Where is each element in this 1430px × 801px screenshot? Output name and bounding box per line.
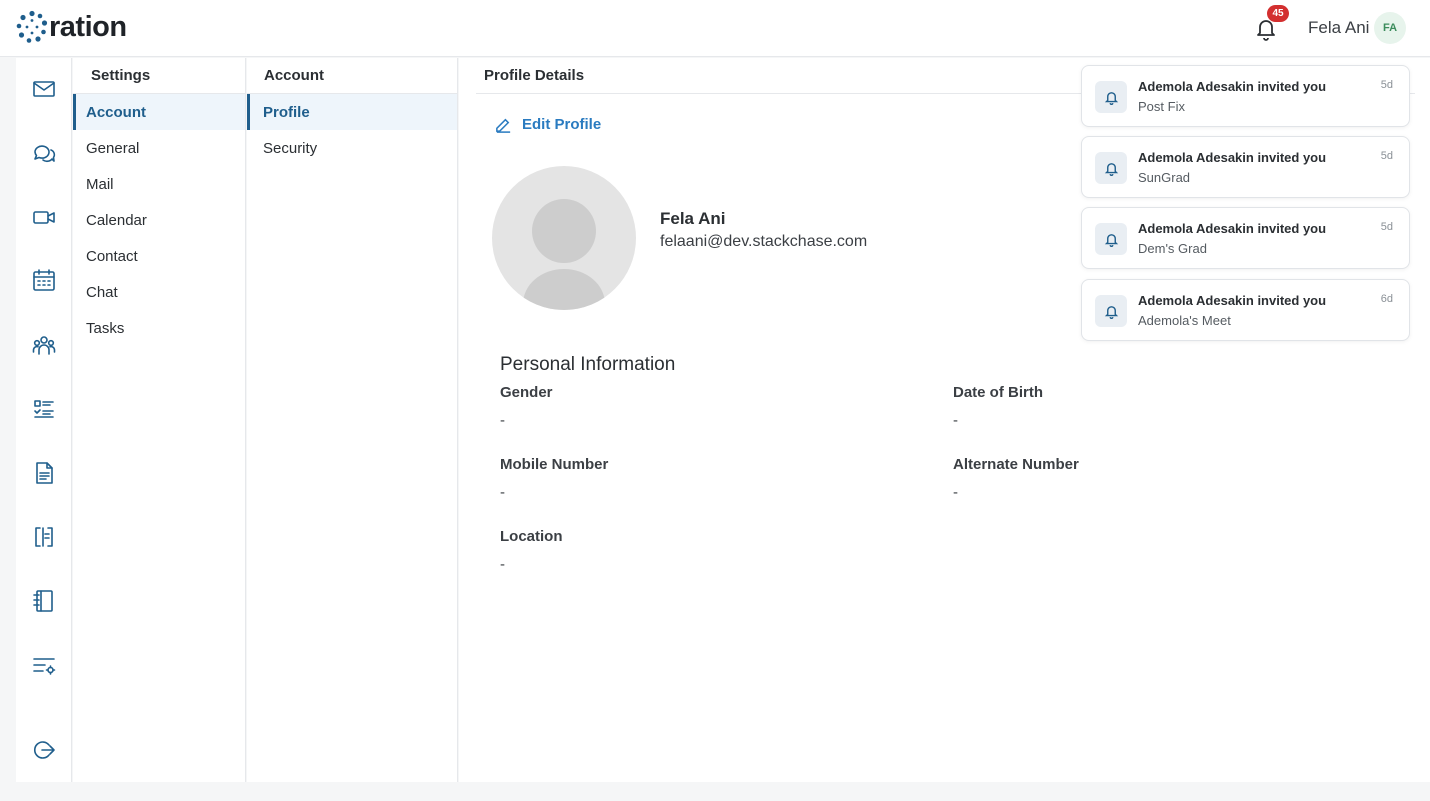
gender-value: - <box>500 412 505 429</box>
settings-item-tasks[interactable]: Tasks <box>73 310 245 346</box>
notification-title: Ademola Adesakin invited you <box>1138 79 1327 94</box>
notification-bell-icon <box>1095 81 1127 113</box>
logo-text: ration <box>49 11 127 43</box>
notification-subtitle: Dem's Grad <box>1138 241 1207 256</box>
account-item-profile[interactable]: Profile <box>247 94 457 130</box>
notification-time: 6d <box>1380 293 1393 305</box>
profile-email: felaani@dev.stackchase.com <box>660 233 868 250</box>
settings-item-general[interactable]: General <box>73 130 245 166</box>
settings-item-mail[interactable]: Mail <box>73 166 245 202</box>
pencil-icon <box>496 118 511 133</box>
alternate-label: Alternate Number <box>953 456 1079 473</box>
notification-time: 5d <box>1380 150 1393 162</box>
top-bar: ration 45 Fela Ani FA <box>0 0 1430 57</box>
mail-icon[interactable] <box>31 76 57 102</box>
alternate-value: - <box>953 484 958 501</box>
app-rail <box>16 58 72 782</box>
account-nav: Account Profile Security <box>247 58 458 782</box>
notification-bell-icon <box>1095 295 1127 327</box>
account-nav-title: Account <box>247 58 457 94</box>
notification-time: 5d <box>1380 221 1393 233</box>
mobile-label: Mobile Number <box>500 456 609 473</box>
profile-avatar <box>492 166 636 310</box>
notification-subtitle: Post Fix <box>1138 99 1185 114</box>
dob-label: Date of Birth <box>953 384 1043 401</box>
user-name[interactable]: Fela Ani <box>1308 18 1369 38</box>
personal-information-heading: Personal Information <box>500 354 676 375</box>
document-icon[interactable] <box>31 460 57 486</box>
notification-title: Ademola Adesakin invited you <box>1138 293 1327 308</box>
notification-subtitle: SunGrad <box>1138 170 1191 185</box>
notification-bell-icon <box>1095 152 1127 184</box>
dob-value: - <box>953 412 958 429</box>
notebook-icon[interactable] <box>31 588 57 614</box>
notification-item[interactable]: Ademola Adesakin invited you Ademola's M… <box>1081 279 1410 341</box>
notification-subtitle: Ademola's Meet <box>1138 313 1231 328</box>
calendar-icon[interactable] <box>31 267 57 293</box>
settings-item-calendar[interactable]: Calendar <box>73 202 245 238</box>
settings-list-icon[interactable] <box>31 653 57 679</box>
account-item-security[interactable]: Security <box>247 130 457 166</box>
tasks-icon[interactable] <box>31 396 57 422</box>
settings-nav-title: Settings <box>73 58 245 94</box>
app-logo[interactable]: ration <box>16 10 127 44</box>
settings-item-chat[interactable]: Chat <box>73 274 245 310</box>
video-icon[interactable] <box>31 204 57 230</box>
mobile-value: - <box>500 484 505 501</box>
notification-item[interactable]: Ademola Adesakin invited you SunGrad 5d <box>1081 136 1410 198</box>
settings-nav: Settings Account General Mail Calendar C… <box>73 58 246 782</box>
location-label: Location <box>500 528 563 545</box>
whiteboard-icon[interactable] <box>31 524 57 550</box>
notification-bell-icon <box>1095 223 1127 255</box>
notification-item[interactable]: Ademola Adesakin invited you Dem's Grad … <box>1081 207 1410 269</box>
profile-name: Fela Ani <box>660 209 726 228</box>
user-avatar[interactable]: FA <box>1374 12 1406 44</box>
edit-profile-label: Edit Profile <box>522 116 602 133</box>
notifications-button[interactable]: 45 <box>1253 5 1289 42</box>
settings-item-contact[interactable]: Contact <box>73 238 245 274</box>
notification-title: Ademola Adesakin invited you <box>1138 221 1327 236</box>
chat-icon[interactable] <box>31 140 57 166</box>
notification-title: Ademola Adesakin invited you <box>1138 150 1327 165</box>
notification-item[interactable]: Ademola Adesakin invited you Post Fix 5d <box>1081 65 1410 127</box>
logout-icon[interactable] <box>31 737 57 763</box>
settings-item-account[interactable]: Account <box>73 94 245 130</box>
location-value: - <box>500 556 505 573</box>
logo-ring-icon <box>16 10 48 43</box>
notification-time: 5d <box>1380 79 1393 91</box>
edit-profile-button[interactable]: Edit Profile <box>494 115 601 134</box>
notification-count-badge: 45 <box>1267 5 1289 22</box>
contacts-icon[interactable] <box>31 332 57 358</box>
gender-label: Gender <box>500 384 553 401</box>
